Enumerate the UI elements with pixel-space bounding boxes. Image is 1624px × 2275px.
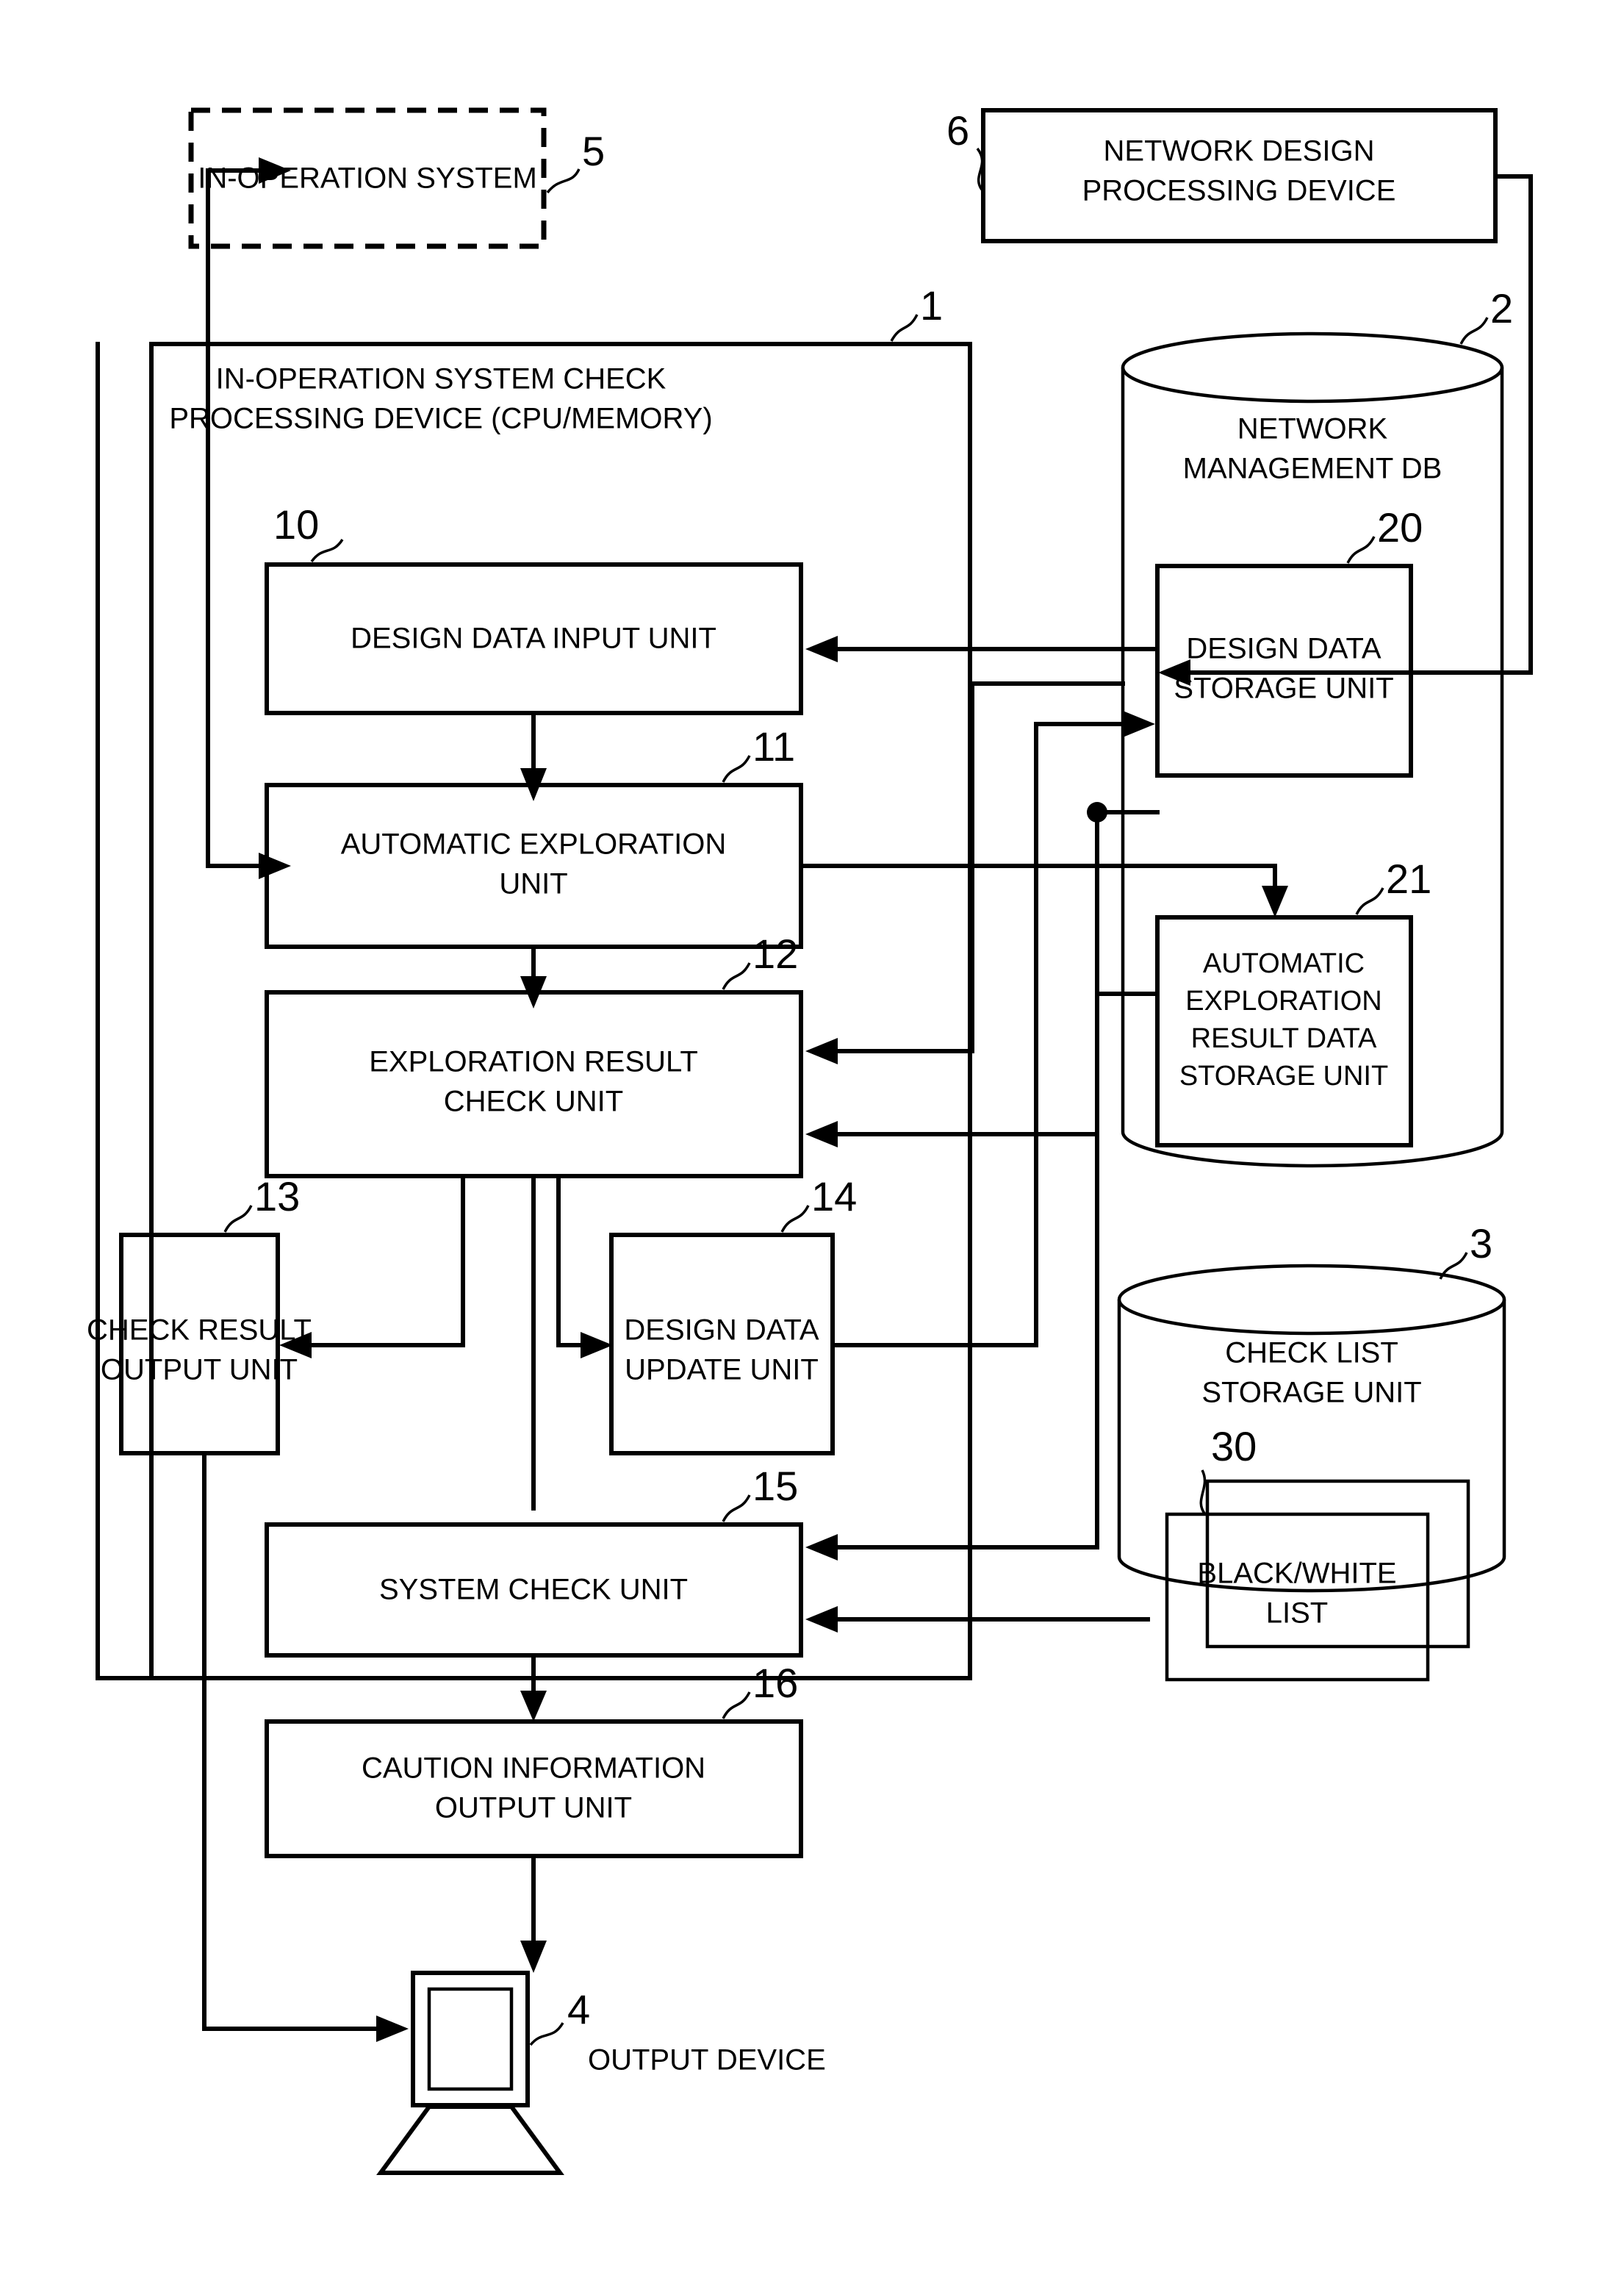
arrowhead-output-device-top [520,1941,547,1973]
block-automatic-exploration-result-data-storage-unit: AUTOMATIC EXPLORATION RESULT DATA STORAG… [1155,915,1413,1147]
design-data-input-unit-label: DESIGN DATA INPUT UNIT [351,623,716,655]
caution-information-output-unit-label-line2: OUTPUT UNIT [435,1792,632,1824]
block-design-data-input-unit: DESIGN DATA INPUT UNIT [265,562,803,715]
block-caution-information-output-unit: CAUTION INFORMATION OUTPUT UNIT [265,1719,803,1858]
block-automatic-exploration-unit: AUTOMATIC EXPLORATION UNIT [265,783,803,949]
ref-numeral-13: 13 [254,1173,300,1219]
exploration-result-check-unit-label-line1: EXPLORATION RESULT [369,1046,698,1078]
exploration-result-check-unit-label-line2: CHECK UNIT [444,1086,623,1118]
arrowhead-10-right [805,636,838,662]
ref-3: 3 [1439,1220,1492,1280]
ref-10: 10 [273,501,344,563]
output-device-label: OUTPUT DEVICE [588,2044,826,2077]
automatic-exploration-unit-label-line2: UNIT [499,868,567,900]
wire-12-to-14 [556,1174,583,1347]
arrowhead-15-right-top [805,1534,838,1561]
design-data-storage-unit-label-line1: DESIGN DATA [1186,633,1382,665]
ref-numeral-16: 16 [752,1660,798,1706]
ref-5: 5 [546,128,605,194]
block-design-data-update-unit: DESIGN DATA UPDATE UNIT [609,1233,835,1455]
network-management-db-label-line1: NETWORK [1237,413,1388,445]
ref-numeral-10: 10 [273,501,319,548]
arrowhead-16-top [520,1691,547,1722]
ref-numeral-20: 20 [1377,504,1423,551]
wire-14-to-20 [830,722,1125,1347]
arrowhead-12-right-bottom [805,1121,838,1147]
block-in-operation-system: IN-OPERATION SYSTEM [188,107,547,249]
ref-4: 4 [529,1986,590,2046]
aerd-storage-unit-label-line3: RESULT DATA [1191,1023,1377,1054]
ref-numeral-11: 11 [752,723,795,770]
patent-figure: IN-OPERATION SYSTEM 5 NETWORK DESIGN PRO… [0,0,1624,2275]
ref-numeral-2: 2 [1490,285,1513,332]
ref-12: 12 [722,931,798,990]
ref-14: 14 [780,1173,857,1233]
check-result-output-unit-label-line2: OUTPUT UNIT [101,1354,298,1386]
arrowhead-automatic-exploration-unit [259,853,291,879]
automatic-exploration-unit-label-line1: AUTOMATIC EXPLORATION [341,828,727,861]
ref-numeral-3: 3 [1470,1220,1492,1267]
aerd-storage-unit-label-line4: STORAGE UNIT [1179,1061,1388,1092]
network-management-db-label-line2: MANAGEMENT DB [1183,453,1442,485]
main-device-label-line2: PROCESSING DEVICE (CPU/MEMORY) [169,403,712,435]
ref-21: 21 [1355,856,1431,915]
ref-numeral-1: 1 [920,282,943,329]
block-check-list-storage-unit: CHECK LIST STORAGE UNIT [1117,1264,1506,1593]
ref-2: 2 [1459,285,1513,345]
ref-numeral-12: 12 [752,931,798,977]
ref-15: 15 [722,1463,798,1522]
ref-numeral-21: 21 [1386,856,1431,902]
block-check-result-output-unit: CHECK RESULT OUTPUT UNIT [87,1233,312,1455]
arrowhead-21-top [1262,886,1288,917]
block-network-design-processing-device: NETWORK DESIGN PROCESSING DEVICE [981,108,1498,243]
ref-numeral-6: 6 [946,107,969,154]
aerd-storage-unit-label-line1: AUTOMATIC [1203,948,1365,979]
ref-numeral-4: 4 [567,1986,590,2032]
black-white-list-label-line1: BLACK/WHITE [1197,1558,1396,1590]
wire-12-to-13 [309,1174,465,1347]
ref-13: 13 [223,1173,300,1233]
monitor-stand [376,2104,564,2175]
ref-30: 30 [1199,1423,1257,1516]
arrowhead-20-left [1123,711,1155,737]
ref-numeral-14: 14 [811,1173,857,1219]
block-black-white-list: BLACK/WHITE LIST [1165,1479,1470,1682]
in-operation-system-label: IN-OPERATION SYSTEM [198,162,537,195]
ref-20: 20 [1346,504,1423,564]
arrowhead-15-right-bottom [805,1606,838,1633]
arrowhead-14-left [581,1332,613,1358]
diagram-canvas: IN-OPERATION SYSTEM 5 NETWORK DESIGN PRO… [87,107,1533,2175]
ref-1: 1 [890,282,943,342]
junction-dot [1087,802,1107,823]
wire-check-result-to-output [202,1451,378,2031]
check-list-storage-unit-label-line2: STORAGE UNIT [1201,1377,1421,1409]
black-white-list-label-line2: LIST [1266,1597,1328,1630]
aerd-storage-unit-label-line2: EXPLORATION [1185,986,1382,1017]
block-output-device: OUTPUT DEVICE [376,1971,826,2175]
wire-21-to-12 [836,992,1160,1136]
check-list-storage-unit-label-line1: CHECK LIST [1225,1337,1398,1369]
ref-11: 11 [722,723,795,783]
ref-numeral-15: 15 [752,1463,798,1509]
design-data-update-unit-label-line1: DESIGN DATA [624,1314,819,1347]
network-design-device-label-line2: PROCESSING DEVICE [1082,175,1396,207]
arrowhead-12-right-top [805,1038,838,1064]
ref-numeral-5: 5 [582,128,605,174]
network-design-device-label-line1: NETWORK DESIGN [1104,135,1375,168]
design-data-storage-unit-label-line2: STORAGE UNIT [1174,673,1393,705]
block-exploration-result-check-unit: EXPLORATION RESULT CHECK UNIT [265,990,803,1178]
system-check-unit-label: SYSTEM CHECK UNIT [379,1574,688,1606]
check-result-output-unit-label-line1: CHECK RESULT [87,1314,312,1347]
ref-16: 16 [722,1660,798,1719]
caution-information-output-unit-label-line1: CAUTION INFORMATION [362,1752,705,1785]
arrowhead-output-device-left [376,2016,409,2042]
design-data-update-unit-label-line2: UPDATE UNIT [625,1354,819,1386]
block-system-check-unit: SYSTEM CHECK UNIT [265,1522,803,1658]
ref-6: 6 [946,107,984,191]
main-device-label-line1: IN-OPERATION SYSTEM CHECK [216,363,667,395]
ref-numeral-30: 30 [1211,1423,1257,1469]
